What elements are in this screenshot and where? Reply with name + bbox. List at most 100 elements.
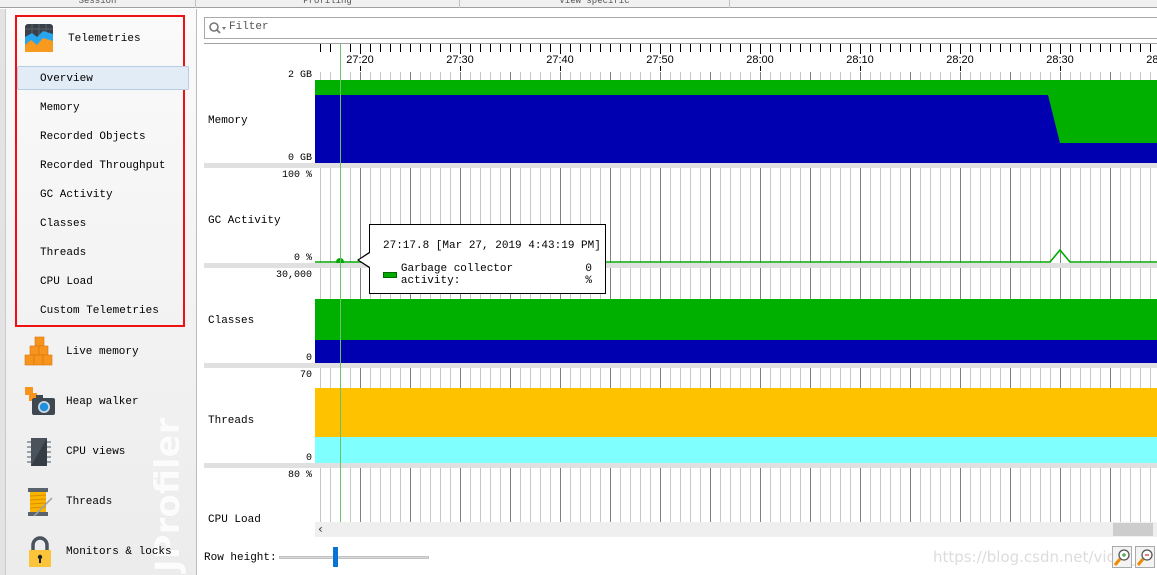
tick-mark	[750, 44, 751, 52]
camera-icon	[24, 386, 56, 418]
time-tick-label: 27:50	[645, 54, 675, 66]
tick-mark	[540, 44, 541, 52]
row-label-classes[interactable]: Classes	[208, 315, 254, 327]
tick-mark	[350, 44, 351, 52]
zoom-in-icon	[1113, 549, 1130, 566]
sidebar-item-gc-activity[interactable]: GC Activity	[18, 183, 188, 207]
tick-mark	[620, 44, 621, 52]
tick-mark	[1020, 44, 1021, 52]
tick-mark	[870, 44, 871, 52]
classes-filtered-area	[315, 340, 1157, 363]
sidebar-section-heap-walker[interactable]: Heap walker	[24, 382, 139, 422]
tick-mark	[850, 44, 851, 52]
tick-mark	[670, 44, 671, 52]
cpu-axis-max: 80 %	[287, 470, 312, 481]
tick-mark	[470, 44, 471, 52]
sidebar-section-label: Live memory	[66, 346, 139, 358]
tick-mark	[630, 44, 631, 52]
row-label-gc-activity[interactable]: GC Activity	[208, 215, 281, 227]
tick-mark	[500, 44, 501, 52]
tab-view-specific[interactable]: View specific	[460, 0, 730, 8]
time-tick-label: 28:00	[745, 54, 775, 66]
classes-loaded-area	[315, 299, 1157, 340]
tick-mark	[530, 44, 531, 52]
tick-mark	[1150, 44, 1151, 52]
tab-session[interactable]: Session	[0, 0, 196, 8]
tick-mark	[490, 44, 491, 52]
zoom-in-button[interactable]	[1112, 546, 1132, 568]
sidebar-item-memory[interactable]: Memory	[18, 96, 188, 120]
gc-axis-max: 100 %	[281, 170, 312, 181]
tick-mark	[650, 44, 651, 52]
scroll-left-icon[interactable]: ‹	[318, 522, 323, 536]
sidebar-item-custom-telemetries[interactable]: Custom Telemetries	[18, 299, 188, 323]
scrollbar-thumb[interactable]	[1113, 523, 1153, 536]
tick-mark	[1100, 44, 1101, 52]
time-cursor-line[interactable]	[340, 44, 341, 522]
sidebar-item-threads[interactable]: Threads	[18, 241, 188, 265]
tick-mark	[1090, 44, 1091, 52]
tick-mark	[410, 44, 411, 52]
top-tab-strip: Session Profiling View specific	[0, 0, 1157, 8]
tick-mark	[890, 44, 891, 52]
row-label-memory[interactable]: Memory	[208, 115, 248, 127]
tick-mark	[880, 44, 881, 52]
tick-mark	[990, 44, 991, 52]
row-separator	[204, 363, 1157, 368]
tick-mark	[810, 44, 811, 52]
sidebar-item-overview[interactable]: Overview	[17, 66, 189, 90]
tick-mark	[930, 44, 931, 52]
tick-mark	[480, 44, 481, 52]
sidebar-section-cpu-views[interactable]: CPU views	[24, 432, 125, 472]
time-tick-label: 27:40	[545, 54, 575, 66]
tick-mark	[910, 44, 911, 52]
time-tick-label: 28:10	[845, 54, 875, 66]
sidebar-section-label: Telemetries	[68, 33, 141, 45]
sidebar-edge	[0, 9, 6, 575]
tick-mark	[820, 44, 821, 52]
row-label-threads[interactable]: Threads	[208, 415, 254, 427]
sidebar-item-classes[interactable]: Classes	[18, 212, 188, 236]
tick-mark	[1140, 44, 1141, 52]
tick-mark	[800, 44, 801, 52]
tick-mark	[320, 44, 321, 52]
tick-mark	[940, 44, 941, 52]
tick-mark	[330, 44, 331, 52]
tick-mark	[570, 44, 571, 52]
tick-mark	[780, 44, 781, 52]
filter-input[interactable]: Filter	[204, 17, 1157, 39]
zoom-out-button[interactable]	[1135, 546, 1155, 568]
row-separator	[204, 163, 1157, 168]
sidebar-section-telemetries[interactable]: Telemetries	[24, 19, 141, 59]
row-separator	[204, 463, 1157, 468]
threads-runnable-area	[315, 437, 1157, 463]
sidebar-item-cpu-load[interactable]: CPU Load	[18, 270, 188, 294]
sidebar-section-label: Threads	[66, 496, 113, 508]
tick-mark	[400, 44, 401, 52]
tick-mark	[970, 44, 971, 52]
memory-chart	[315, 80, 1157, 163]
tick-mark	[840, 44, 841, 52]
sidebar-section-threads[interactable]: Threads	[24, 482, 112, 522]
row-height-slider[interactable]	[279, 556, 429, 559]
tick-mark	[1050, 44, 1051, 52]
tab-profiling[interactable]: Profiling	[196, 0, 460, 8]
sidebar-item-recorded-objects[interactable]: Recorded Objects	[18, 125, 188, 149]
telemetries-chart-icon	[24, 23, 56, 55]
memory-used-area	[315, 95, 1157, 163]
tick-mark	[980, 44, 981, 52]
filter-placeholder: Filter	[229, 21, 269, 33]
tick-mark	[680, 44, 681, 52]
horizontal-scrollbar[interactable]: ‹	[315, 522, 1157, 537]
sidebar-item-recorded-throughput[interactable]: Recorded Throughput	[18, 154, 188, 178]
sidebar-section-live-memory[interactable]: Live memory	[24, 332, 139, 372]
tick-mark	[700, 44, 701, 52]
tick-mark	[590, 44, 591, 52]
row-label-cpu-load[interactable]: CPU Load	[208, 514, 261, 522]
sidebar-section-monitors-locks[interactable]: Monitors & locks	[24, 532, 172, 572]
row-height-slider-thumb[interactable]	[333, 547, 338, 567]
tick-mark	[710, 44, 711, 52]
tick-mark	[390, 44, 391, 52]
tick-mark	[1110, 44, 1111, 52]
time-tick-label: 28:30	[1045, 54, 1075, 66]
